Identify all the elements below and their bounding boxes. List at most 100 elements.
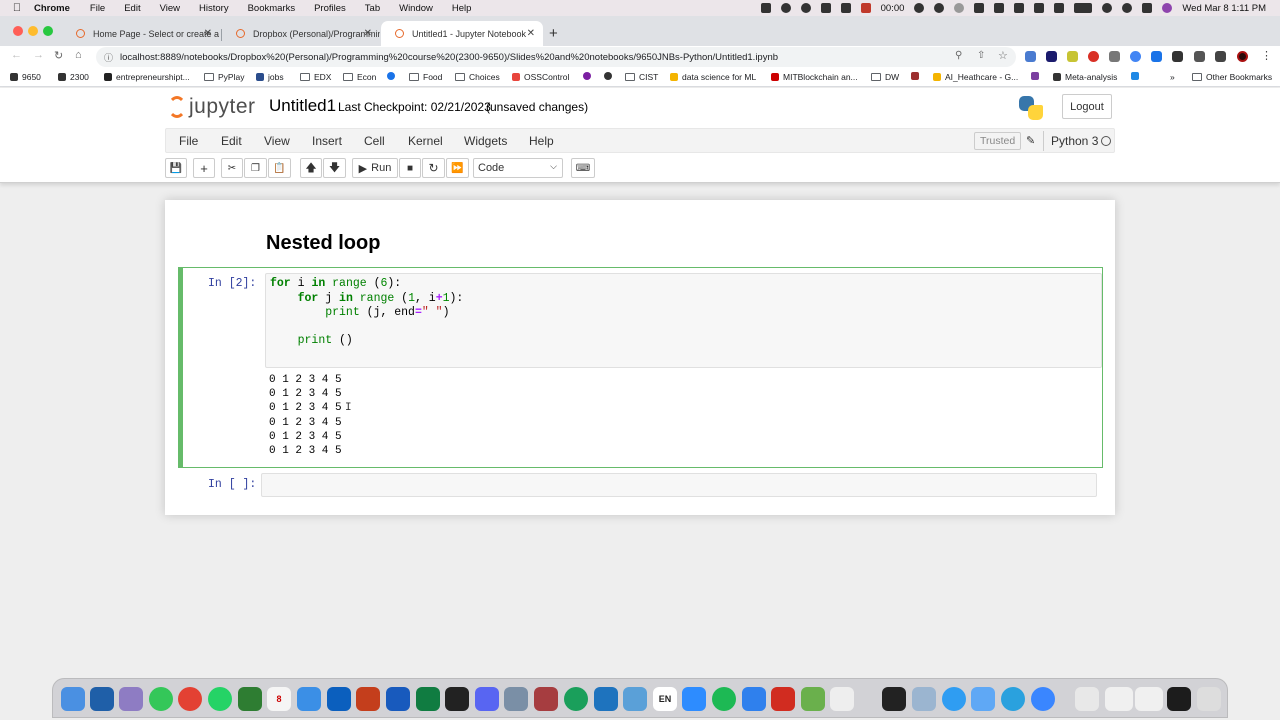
- volume-icon[interactable]: [1054, 3, 1065, 13]
- notebook-name[interactable]: Untitled1: [269, 96, 336, 116]
- battery-icon[interactable]: [1074, 3, 1093, 13]
- tasks-icon[interactable]: [742, 687, 766, 711]
- menu-help[interactable]: Help: [452, 3, 472, 14]
- notebook-menu-kernel[interactable]: Kernel: [408, 134, 443, 148]
- bookmark-item[interactable]: entrepreneurshipt...: [104, 72, 190, 82]
- notebook-menu-help[interactable]: Help: [529, 134, 554, 148]
- cut-icon[interactable]: ✂: [221, 158, 243, 178]
- language-icon[interactable]: EN: [653, 687, 677, 711]
- extension-red-icon[interactable]: [1088, 51, 1099, 62]
- terminal-window-icon[interactable]: [1167, 687, 1191, 711]
- notebook-menu-edit[interactable]: Edit: [221, 134, 242, 148]
- menu-view[interactable]: View: [160, 3, 180, 14]
- notebook-menu-file[interactable]: File: [179, 134, 198, 148]
- calendar-icon[interactable]: 8: [267, 687, 291, 711]
- visual-studio-icon[interactable]: [475, 687, 499, 711]
- insert-cell-below-icon[interactable]: +: [193, 158, 215, 178]
- logout-button[interactable]: Logout: [1062, 94, 1112, 119]
- trello-icon[interactable]: [90, 687, 114, 711]
- interrupt-kernel-icon[interactable]: ■: [399, 158, 421, 178]
- code-cell-selected[interactable]: In [2]: for i in range (6): for j in ran…: [178, 267, 1103, 468]
- copy-icon[interactable]: ❐: [244, 158, 267, 178]
- notebook-menu-view[interactable]: View: [264, 134, 290, 148]
- profile-avatar[interactable]: [1237, 51, 1248, 62]
- bookmark-item[interactable]: [604, 72, 616, 80]
- move-down-icon[interactable]: 🡇: [323, 158, 346, 178]
- battery-app-icon[interactable]: [860, 3, 871, 13]
- move-up-icon[interactable]: 🡅: [300, 158, 322, 178]
- other-bookmarks-folder[interactable]: Other Bookmarks: [1192, 72, 1272, 82]
- bookmark-folder[interactable]: EDX: [300, 72, 331, 82]
- terminal-icon[interactable]: [882, 687, 906, 711]
- run-button[interactable]: ▶ Run: [352, 158, 398, 178]
- player-icon[interactable]: [830, 687, 854, 711]
- code-editor-empty[interactable]: [261, 473, 1097, 497]
- tab-dropbox[interactable]: Dropbox (Personal)/Programmin ✕: [222, 21, 380, 46]
- sync-icon[interactable]: [800, 3, 811, 13]
- menu-bookmarks[interactable]: Bookmarks: [248, 3, 296, 14]
- markdown-heading[interactable]: Nested loop: [266, 232, 380, 255]
- moon-icon[interactable]: [934, 3, 945, 13]
- pls-icon[interactable]: [594, 687, 618, 711]
- close-window-button[interactable]: [13, 26, 23, 36]
- notebook-menu-cell[interactable]: Cell: [364, 134, 385, 148]
- command-palette-keyboard-icon[interactable]: ⌨: [571, 158, 595, 178]
- bookmarks-overflow-icon[interactable]: »: [1170, 72, 1175, 82]
- new-tab-button[interactable]: +: [549, 25, 558, 42]
- share-icon[interactable]: ⇧: [977, 50, 985, 61]
- back-arrow-icon[interactable]: ←: [11, 49, 22, 61]
- gray-dot-icon[interactable]: [954, 3, 965, 13]
- close-tab-icon[interactable]: ✕: [527, 28, 535, 39]
- download-icon[interactable]: [1172, 51, 1183, 62]
- excel-icon[interactable]: [416, 687, 440, 711]
- cloud-icon[interactable]: [780, 3, 791, 13]
- bookmark-item[interactable]: AI_Heathcare - G...: [933, 72, 1018, 82]
- app-menu-chrome[interactable]: Chrome: [34, 3, 70, 14]
- bookmark-folder[interactable]: Food: [409, 72, 442, 82]
- home-icon[interactable]: ⌂: [75, 49, 82, 61]
- menu-file[interactable]: File: [90, 3, 105, 14]
- app-circle-icon[interactable]: [914, 3, 925, 13]
- app-store-icon[interactable]: [971, 687, 995, 711]
- messages-icon[interactable]: [149, 687, 173, 711]
- screen-icon[interactable]: [760, 3, 771, 13]
- finder-icon[interactable]: [61, 687, 85, 711]
- code-editor[interactable]: for i in range (6): for j in range (1, i…: [265, 273, 1102, 368]
- document-icon[interactable]: [1075, 687, 1099, 711]
- menu-edit[interactable]: Edit: [124, 3, 140, 14]
- apple-icon[interactable]: : [0, 2, 34, 14]
- intellij-icon[interactable]: [445, 687, 469, 711]
- acrobat-icon[interactable]: [771, 687, 795, 711]
- cell-type-select[interactable]: Code ⌵: [473, 158, 563, 178]
- minimize-window-button[interactable]: [28, 26, 38, 36]
- dictation-icon[interactable]: [1031, 687, 1055, 711]
- window-thumbnail-icon[interactable]: [1135, 687, 1163, 711]
- notebook-menu-widgets[interactable]: Widgets: [464, 134, 507, 148]
- upload-icon[interactable]: [974, 3, 985, 13]
- zoom-app-icon[interactable]: [682, 687, 706, 711]
- bookmark-item[interactable]: [387, 72, 399, 80]
- tab-untitled1[interactable]: Untitled1 - Jupyter Notebook ✕: [381, 21, 543, 46]
- spotify-icon[interactable]: [712, 687, 736, 711]
- safari-icon[interactable]: [942, 687, 966, 711]
- siri-icon[interactable]: [1162, 3, 1173, 13]
- bookmark-item[interactable]: data science for ML: [670, 72, 756, 82]
- screen-mirror-icon[interactable]: [994, 3, 1005, 13]
- menu-tab[interactable]: Tab: [365, 3, 380, 14]
- trash-icon[interactable]: [1197, 687, 1221, 711]
- extension-n-icon[interactable]: [1046, 51, 1057, 62]
- jupyter-logo[interactable]: jupyter: [168, 95, 256, 119]
- empty-code-cell[interactable]: In [ ]:: [178, 471, 1103, 499]
- trusted-indicator[interactable]: Trusted: [974, 132, 1022, 150]
- paste-icon[interactable]: 📋: [268, 158, 291, 178]
- bookmark-folder[interactable]: Choices: [455, 72, 500, 82]
- refresh-app-icon[interactable]: [564, 687, 588, 711]
- extension-grid-icon[interactable]: [1151, 51, 1162, 62]
- clock[interactable]: Wed Mar 8 1:11 PM: [1182, 3, 1266, 14]
- mail-icon[interactable]: [297, 687, 321, 711]
- tab-home-page[interactable]: Home Page - Select or create a ✕: [62, 21, 220, 46]
- bookmark-star-icon[interactable]: ☆: [998, 49, 1008, 62]
- whatsapp-icon[interactable]: [208, 687, 232, 711]
- zoom-icon[interactable]: ⚲: [955, 50, 962, 61]
- control-center-icon[interactable]: [1142, 3, 1153, 13]
